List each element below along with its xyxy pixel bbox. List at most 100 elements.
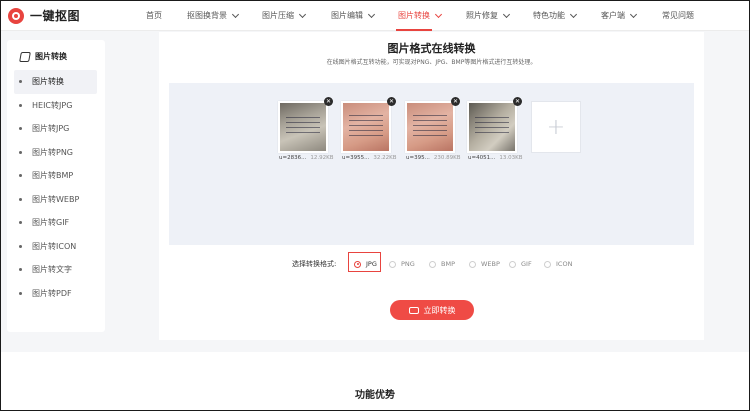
bullet-icon (19, 150, 22, 154)
top-nav-bar: 一键抠图 首页 抠图换背景 图片压缩 图片编辑 图片转换 照片修复 特色功能 客户端 常见问题 (0, 0, 750, 31)
nav-item-6[interactable]: 特色功能 (533, 10, 578, 21)
format-option-label: WEBP (481, 260, 500, 268)
sidebar-item-2[interactable]: 图片转JPG (7, 117, 105, 141)
image-thumbnail (280, 103, 326, 151)
nav-item-1[interactable]: 抠图换背景 (187, 10, 240, 21)
file-size: 32.22KB (373, 155, 397, 161)
format-option-label: PNG (401, 260, 415, 268)
image-thumbnail (407, 103, 453, 151)
sidebar-item-label: 图片转PDF (32, 288, 72, 298)
nav-item-5[interactable]: 照片修复 (466, 10, 511, 21)
chevron-down-icon (367, 10, 376, 18)
sidebar-title: 图片转换 (19, 51, 67, 62)
sidebar-item-7[interactable]: 图片转ICON (7, 235, 105, 259)
sidebar-items: 图片转换 HEIC转JPG 图片转JPG 图片转PNG 图片转BMP 图片转WEBP 图片转… (7, 70, 105, 305)
convert-button[interactable]: 立即转换 (390, 300, 474, 320)
format-option-bmp[interactable]: BMP (429, 260, 455, 268)
image-thumbnail (343, 103, 389, 151)
nav-item-label: 客户端 (601, 11, 625, 20)
chevron-down-icon (298, 10, 307, 18)
close-icon[interactable]: ✕ (324, 97, 333, 106)
converter-panel: 图片格式在线转换 在线图片格式互转功能，可实现对PNG、JPG、BMP等图片格式… (159, 32, 704, 340)
nav-item-label: 抠图换背景 (187, 11, 227, 20)
nav-item-0[interactable]: 首页 (146, 10, 162, 21)
nav-item-2[interactable]: 图片压缩 (262, 10, 307, 21)
sidebar-item-label: 图片转JPG (32, 124, 70, 134)
features-section: 功能优势 (0, 352, 750, 411)
sidebar-item-8[interactable]: 图片转文字 (7, 258, 105, 282)
sidebar-item-6[interactable]: 图片转GIF (7, 211, 105, 235)
close-icon[interactable]: ✕ (513, 97, 522, 106)
format-option-icon[interactable]: ICON (544, 260, 572, 268)
format-option-webp[interactable]: WEBP (469, 260, 500, 268)
close-icon[interactable]: ✕ (387, 97, 396, 106)
nav-item-7[interactable]: 客户端 (601, 10, 638, 21)
sidebar-item-9[interactable]: 图片转PDF (7, 282, 105, 306)
uploaded-image[interactable]: ✕ (341, 97, 396, 153)
bullet-icon (19, 197, 22, 201)
nav-item-label: 常见问题 (662, 11, 694, 20)
format-option-gif[interactable]: GIF (509, 260, 532, 268)
chevron-down-icon (569, 10, 578, 18)
format-option-label: BMP (441, 260, 455, 268)
chevron-down-icon (231, 10, 240, 18)
sidebar-item-label: 图片转GIF (32, 218, 70, 228)
handwriting-line (413, 120, 447, 121)
handwriting-line (286, 122, 320, 123)
convert-button-label: 立即转换 (423, 305, 456, 315)
nav-item-3[interactable]: 图片编辑 (331, 10, 376, 21)
bullet-icon (19, 244, 22, 248)
file-size: 230.89KB (433, 155, 461, 161)
format-option-png[interactable]: PNG (389, 260, 415, 268)
uploaded-image[interactable]: ✕ (467, 97, 522, 153)
chevron-down-icon (629, 10, 638, 18)
sidebar-item-1[interactable]: HEIC转JPG (7, 94, 105, 118)
convert-icon (19, 51, 31, 62)
file-name: u=3955... (342, 155, 370, 161)
page-title: 图片格式在线转换 (387, 42, 476, 55)
bullet-icon (19, 268, 22, 272)
sidebar-item-label: 图片转ICON (32, 241, 77, 251)
handwriting-line (413, 130, 447, 131)
radio-icon (389, 260, 396, 268)
sidebar-item-3[interactable]: 图片转PNG (7, 141, 105, 165)
nav-item-label: 图片压缩 (262, 11, 294, 20)
sidebar: 图片转换 图片转换 HEIC转JPG 图片转JPG 图片转PNG 图片转BMP 图片转WE… (7, 40, 105, 332)
nav-item-label: 特色功能 (533, 11, 565, 20)
file-name: u=395... (406, 155, 430, 161)
add-image-button[interactable]: + (531, 101, 581, 153)
handwriting-line (349, 135, 383, 136)
close-icon[interactable]: ✕ (451, 97, 460, 106)
image-caption: u=395... 230.89KB (406, 155, 460, 161)
upload-area[interactable]: + ✕ u=2836... 12.92KB ✕ u=3955... 32.22KB ✕ u=3… (169, 83, 694, 245)
page-subtitle: 在线图片格式互转功能，可实现对PNG、JPG、BMP等图片格式进行互转处理。 (326, 59, 537, 66)
bullet-icon (19, 174, 22, 178)
image-thumbnail (469, 103, 515, 151)
handwriting-line (413, 135, 447, 136)
handwriting-line (286, 117, 320, 118)
handwriting-line (475, 127, 509, 128)
sidebar-item-label: 图片转换 (32, 77, 64, 87)
sidebar-item-4[interactable]: 图片转BMP (7, 164, 105, 188)
format-selector: 选择转换格式: JPG PNG BMP WEBP GIF ICON (159, 256, 704, 272)
sidebar-item-label: 图片转PNG (32, 147, 74, 157)
selected-format-highlight (348, 252, 381, 272)
sidebar-item-label: 图片转BMP (32, 171, 74, 181)
image-caption: u=2836... 12.92KB (279, 155, 333, 161)
nav-item-label: 图片转换 (398, 11, 430, 20)
main-nav: 首页 抠图换背景 图片压缩 图片编辑 图片转换 照片修复 特色功能 客户端 常见问题 (0, 0, 750, 31)
nav-item-8[interactable]: 常见问题 (662, 10, 694, 21)
format-label: 选择转换格式: (292, 260, 337, 268)
radio-icon (429, 260, 436, 268)
uploaded-image[interactable]: ✕ (405, 97, 460, 153)
radio-icon (509, 260, 516, 268)
bullet-icon (19, 221, 22, 225)
sidebar-item-0[interactable]: 图片转换 (14, 70, 97, 94)
nav-item-4[interactable]: 图片转换 (398, 10, 443, 21)
chevron-down-icon (434, 10, 443, 18)
format-option-label: ICON (556, 260, 573, 268)
handwriting-line (349, 125, 383, 126)
file-name: u=2836... (279, 155, 307, 161)
sidebar-item-5[interactable]: 图片转WEBP (7, 188, 105, 212)
uploaded-image[interactable]: ✕ (278, 97, 333, 153)
